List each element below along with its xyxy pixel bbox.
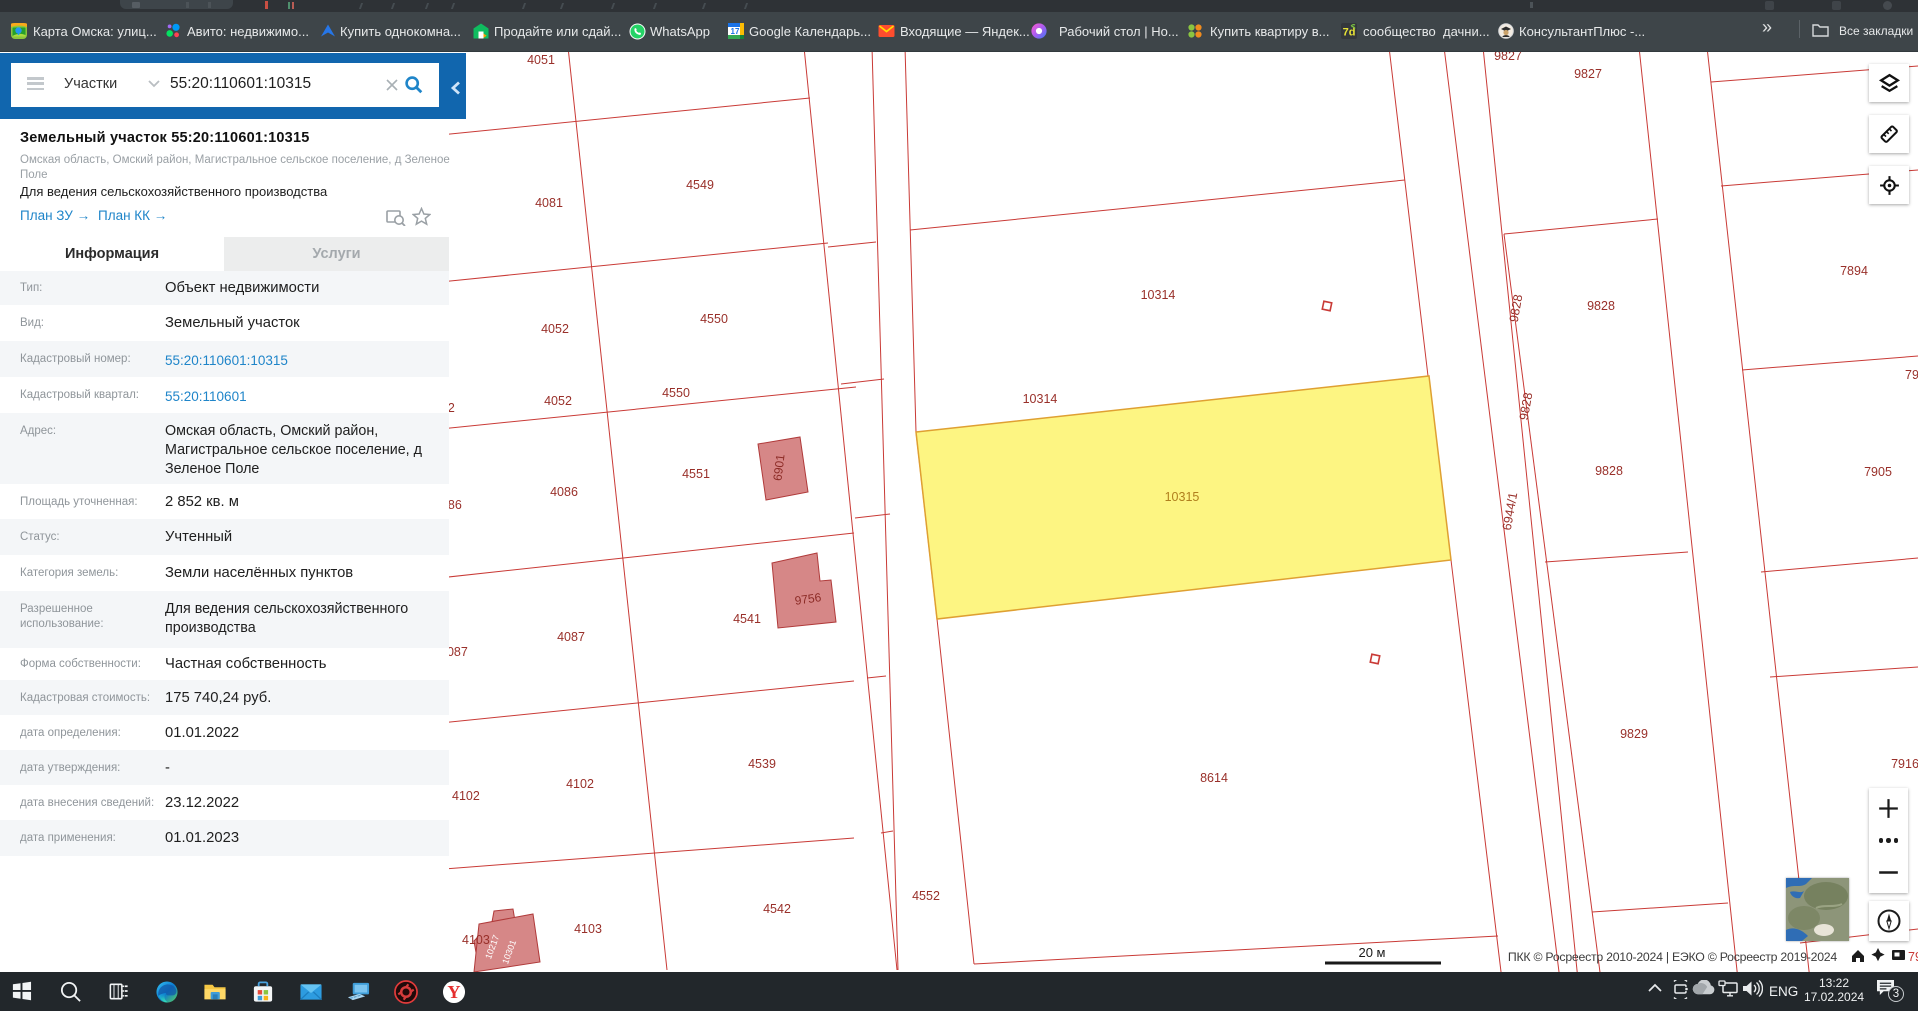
svg-text:20 м: 20 м: [1358, 945, 1385, 960]
svg-text:4542: 4542: [763, 902, 791, 916]
svg-text:17: 17: [731, 27, 740, 36]
svg-text:9828: 9828: [1595, 464, 1623, 478]
svg-text:4052: 4052: [544, 394, 572, 408]
svg-text:79: 79: [1908, 950, 1918, 964]
svg-text:4550: 4550: [700, 312, 728, 326]
svg-text:4103: 4103: [462, 933, 490, 947]
svg-text:4102: 4102: [566, 777, 594, 791]
svg-text:4102: 4102: [452, 789, 480, 803]
svg-text:9828: 9828: [1587, 299, 1615, 313]
svg-text:7916: 7916: [1891, 757, 1918, 771]
svg-text:Y: Y: [447, 982, 460, 1002]
svg-text:4539: 4539: [748, 757, 776, 771]
svg-text:4541: 4541: [733, 612, 761, 626]
svg-text:4087: 4087: [449, 645, 468, 659]
svg-text:79: 79: [1905, 368, 1918, 382]
svg-text:9827: 9827: [1574, 67, 1602, 81]
svg-text:4087: 4087: [557, 630, 585, 644]
svg-text:4086: 4086: [449, 498, 462, 512]
svg-text:6944/1: 6944/1: [1500, 491, 1520, 531]
svg-text:8614: 8614: [1200, 771, 1228, 785]
svg-text:4081: 4081: [535, 196, 563, 210]
svg-text:4052: 4052: [449, 401, 455, 415]
svg-text:4549: 4549: [686, 178, 714, 192]
svg-text:ПКК © Росреестр 2010-2024 | ЕЭ: ПКК © Росреестр 2010-2024 | ЕЭКО © Росре…: [1508, 950, 1838, 964]
svg-text:10315: 10315: [1165, 490, 1200, 504]
svg-text:4086: 4086: [550, 485, 578, 499]
svg-text:4550: 4550: [662, 386, 690, 400]
svg-text:7d: 7d: [1343, 27, 1356, 39]
svg-text:9828: 9828: [1517, 391, 1536, 421]
svg-text:10314: 10314: [1141, 288, 1176, 302]
svg-text:4103: 4103: [574, 922, 602, 936]
svg-text:4552: 4552: [912, 889, 940, 903]
svg-text:4052: 4052: [541, 322, 569, 336]
svg-text:7894: 7894: [1840, 264, 1868, 278]
svg-text:9829: 9829: [1620, 727, 1648, 741]
svg-text:4551: 4551: [682, 467, 710, 481]
svg-text:7905: 7905: [1864, 465, 1892, 479]
svg-text:10314: 10314: [1023, 392, 1058, 406]
svg-text:9828: 9828: [1507, 293, 1526, 323]
svg-text:4051: 4051: [527, 53, 555, 67]
